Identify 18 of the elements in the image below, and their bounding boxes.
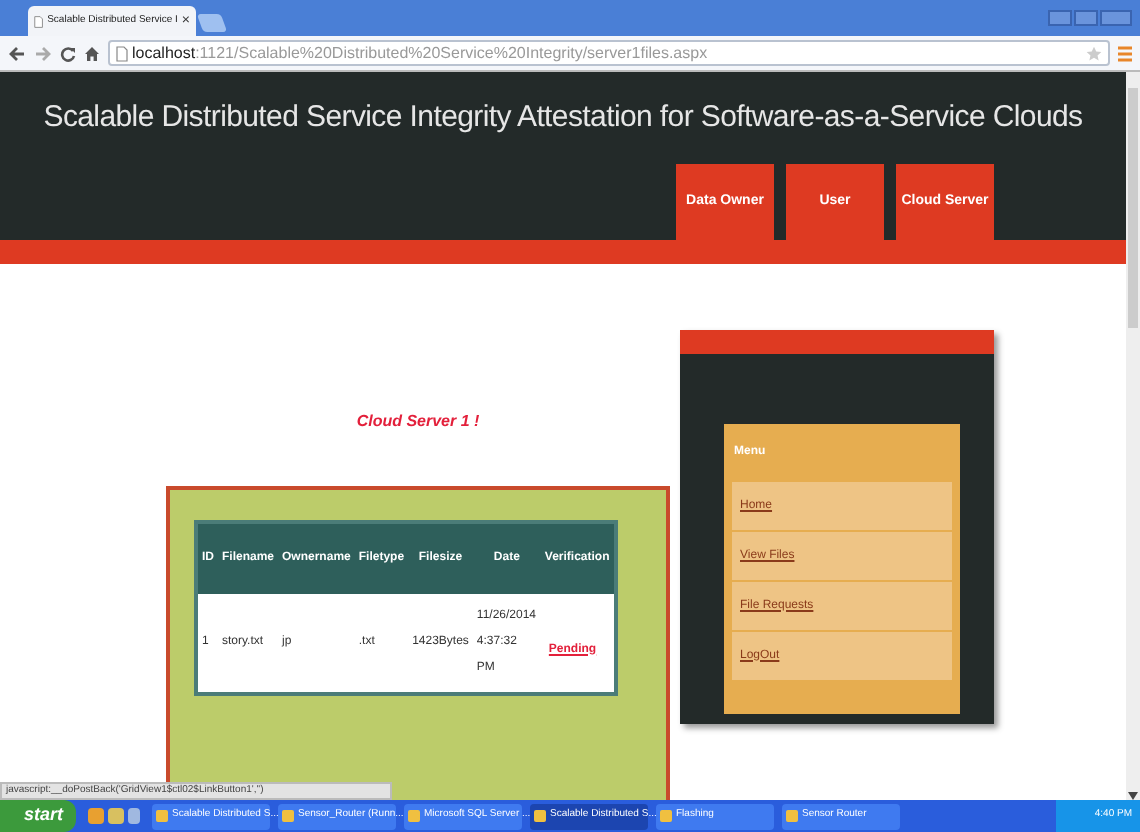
minimize-button[interactable]: [1048, 10, 1072, 26]
new-tab-button[interactable]: [196, 14, 228, 32]
back-icon[interactable]: [8, 45, 26, 61]
scrollbar[interactable]: [1126, 72, 1140, 800]
start-button[interactable]: start: [0, 800, 76, 832]
reload-icon[interactable]: [60, 45, 76, 61]
site-title: Scalable Distributed Service Integrity Attestation for Software-as-a-Service Clouds: [43, 98, 1083, 138]
page-icon: [116, 45, 128, 61]
restore-button[interactable]: [1074, 10, 1098, 26]
forward-icon[interactable]: [34, 45, 52, 61]
star-icon[interactable]: [1086, 45, 1102, 61]
page-icon: [34, 13, 44, 29]
page-heading: Cloud Server 1 !: [356, 410, 480, 434]
address-field[interactable]: localhost:1121/Scalable%20Distributed%20Service%20Integrity/server1files.aspx: [108, 40, 1110, 66]
close-button[interactable]: [1100, 10, 1132, 26]
menu-icon[interactable]: [1118, 45, 1132, 61]
url-text: localhost:1121/Scalable%20Distributed%20Service%20Integrity/server1files.aspx: [132, 41, 708, 65]
home-icon[interactable]: [84, 45, 100, 61]
